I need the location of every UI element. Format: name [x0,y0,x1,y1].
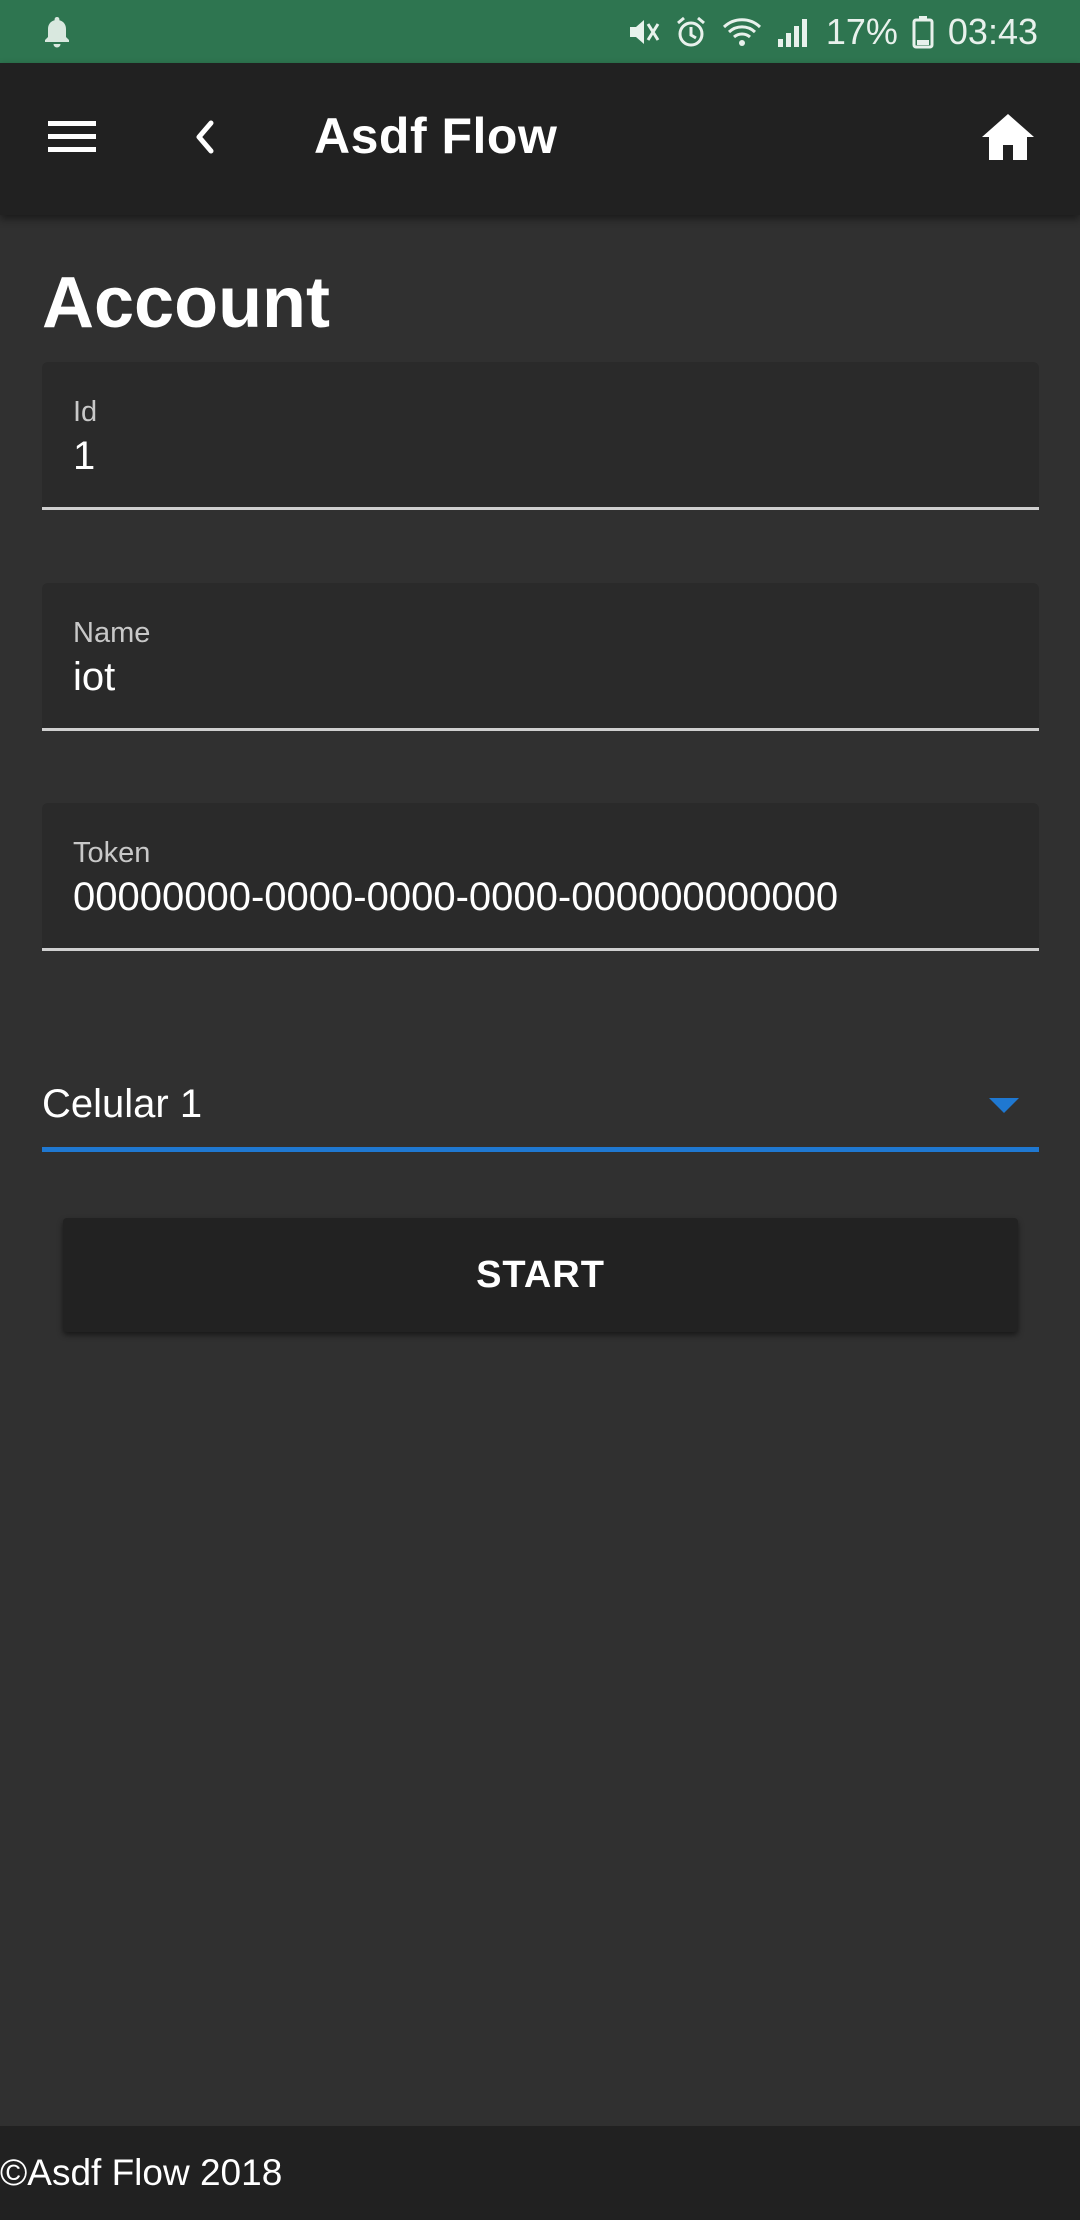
dropdown-arrow-icon [989,1098,1019,1113]
menu-icon [46,118,98,161]
name-field[interactable]: Name iot [42,583,1039,731]
footer: ©Asdf Flow 2018 [0,2126,1080,2220]
home-icon [981,112,1035,167]
menu-button[interactable] [44,111,100,167]
name-field-label: Name [73,617,151,649]
id-field[interactable]: Id 1 [42,362,1039,510]
device-select-value: Celular 1 [42,1082,203,1126]
home-button[interactable] [976,107,1040,171]
battery-icon [912,15,934,49]
id-field-value: 1 [73,434,96,478]
device-select[interactable]: Celular 1 [42,1062,1039,1152]
token-field[interactable]: Token 00000000-0000-0000-0000-0000000000… [42,803,1039,951]
back-button[interactable] [176,111,232,167]
status-bar: 17% 03:43 [0,0,1080,63]
alarm-icon [674,15,708,49]
page-title: Account [42,263,330,343]
footer-copyright: ©Asdf Flow 2018 [0,2152,283,2193]
signal-icon [776,15,812,49]
token-field-label: Token [73,837,151,869]
start-button[interactable]: START [63,1218,1018,1332]
name-field-value: iot [73,655,116,699]
wifi-icon [722,15,762,49]
notification-bell-icon [42,15,72,49]
id-field-label: Id [73,396,98,428]
clock: 03:43 [947,10,1038,52]
token-field-value: 00000000-0000-0000-0000-000000000000 [73,875,839,919]
back-chevron-icon [189,117,219,162]
mute-icon [626,15,660,49]
app-title: Asdf Flow [314,108,558,164]
battery-percent: 17% [825,10,898,52]
app-bar: Asdf Flow [0,63,1080,215]
